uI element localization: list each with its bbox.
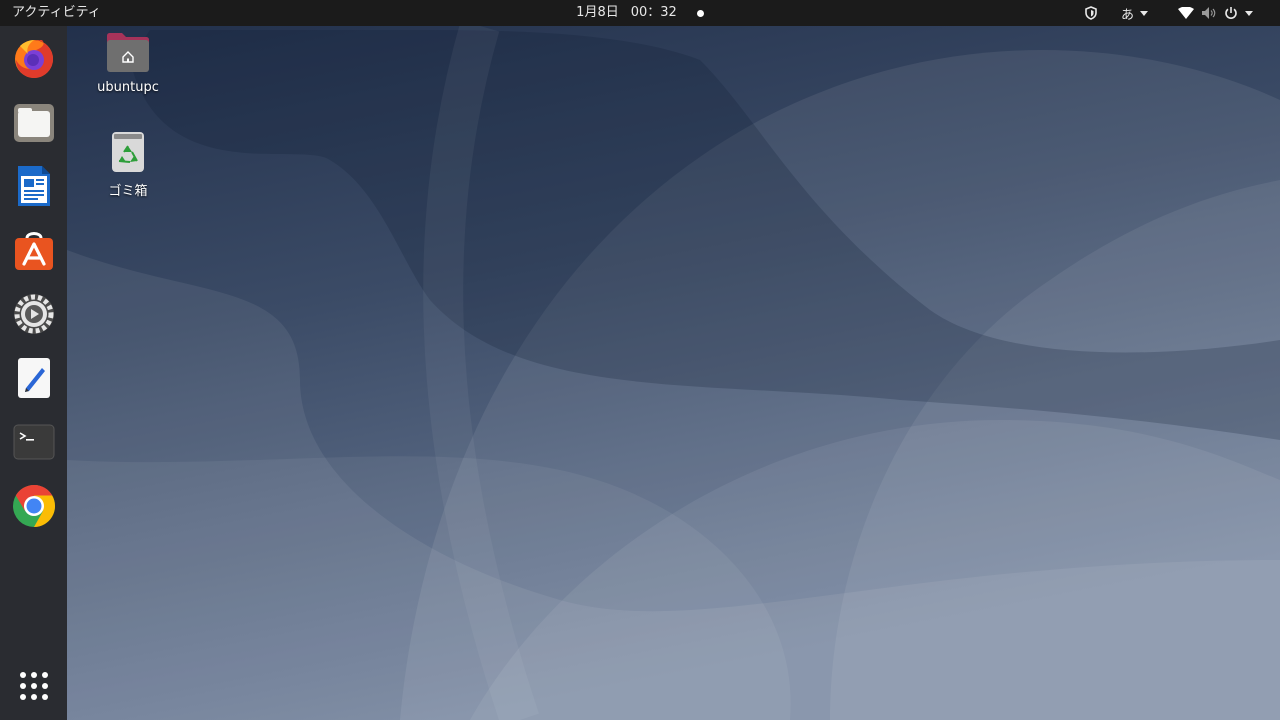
dock-item-terminal[interactable] <box>10 418 58 466</box>
system-status-menu[interactable] <box>1178 0 1253 26</box>
firefox-icon <box>15 40 53 78</box>
dock-item-ubuntu-software[interactable] <box>10 226 58 274</box>
grid-icon <box>20 672 48 700</box>
wifi-icon <box>1178 7 1194 19</box>
trash-icon <box>112 132 144 172</box>
dock <box>0 26 67 720</box>
dock-item-settings[interactable] <box>10 290 58 338</box>
input-method-menu[interactable]: あ <box>1121 0 1149 26</box>
desktop-icon-label: ゴミ箱 <box>108 184 148 199</box>
software-icon <box>15 232 53 270</box>
desktop-icon-label: ubuntupc <box>97 80 159 95</box>
desktop-icon-home[interactable]: ubuntupc <box>88 32 168 95</box>
dock-item-text-editor[interactable] <box>10 354 58 402</box>
show-applications-button[interactable] <box>10 662 58 710</box>
chrome-icon <box>13 485 56 527</box>
security-indicator[interactable] <box>1084 0 1098 26</box>
dock-item-firefox[interactable] <box>10 34 58 82</box>
volume-icon <box>1202 7 1216 19</box>
desktop-icon-trash[interactable]: ゴミ箱 <box>88 130 168 199</box>
chevron-down-icon <box>1245 10 1253 16</box>
activities-button[interactable]: アクティビティ <box>12 0 101 26</box>
clock-time: 00：32 <box>630 5 677 20</box>
desktop-wallpaper <box>0 0 1280 720</box>
home-folder-icon <box>107 33 149 72</box>
input-method-label: あ <box>1121 7 1135 23</box>
dock-item-chrome[interactable] <box>10 482 58 530</box>
text-editor-icon <box>18 358 50 398</box>
shield-icon <box>1085 6 1097 20</box>
dock-item-libreoffice-writer[interactable] <box>10 162 58 210</box>
clock-date: 1月8日 <box>576 5 619 20</box>
dock-item-files[interactable] <box>10 98 58 146</box>
notification-dot-icon <box>696 9 704 17</box>
chevron-down-icon <box>1140 10 1149 16</box>
settings-icon <box>14 294 54 334</box>
clock-button[interactable]: 1月8日 00：32 <box>576 0 704 26</box>
top-bar: アクティビティ 1月8日 00：32 あ <box>0 0 1280 26</box>
writer-icon <box>18 166 50 206</box>
terminal-icon <box>13 424 55 460</box>
power-icon <box>1225 7 1237 19</box>
files-icon <box>14 104 54 142</box>
